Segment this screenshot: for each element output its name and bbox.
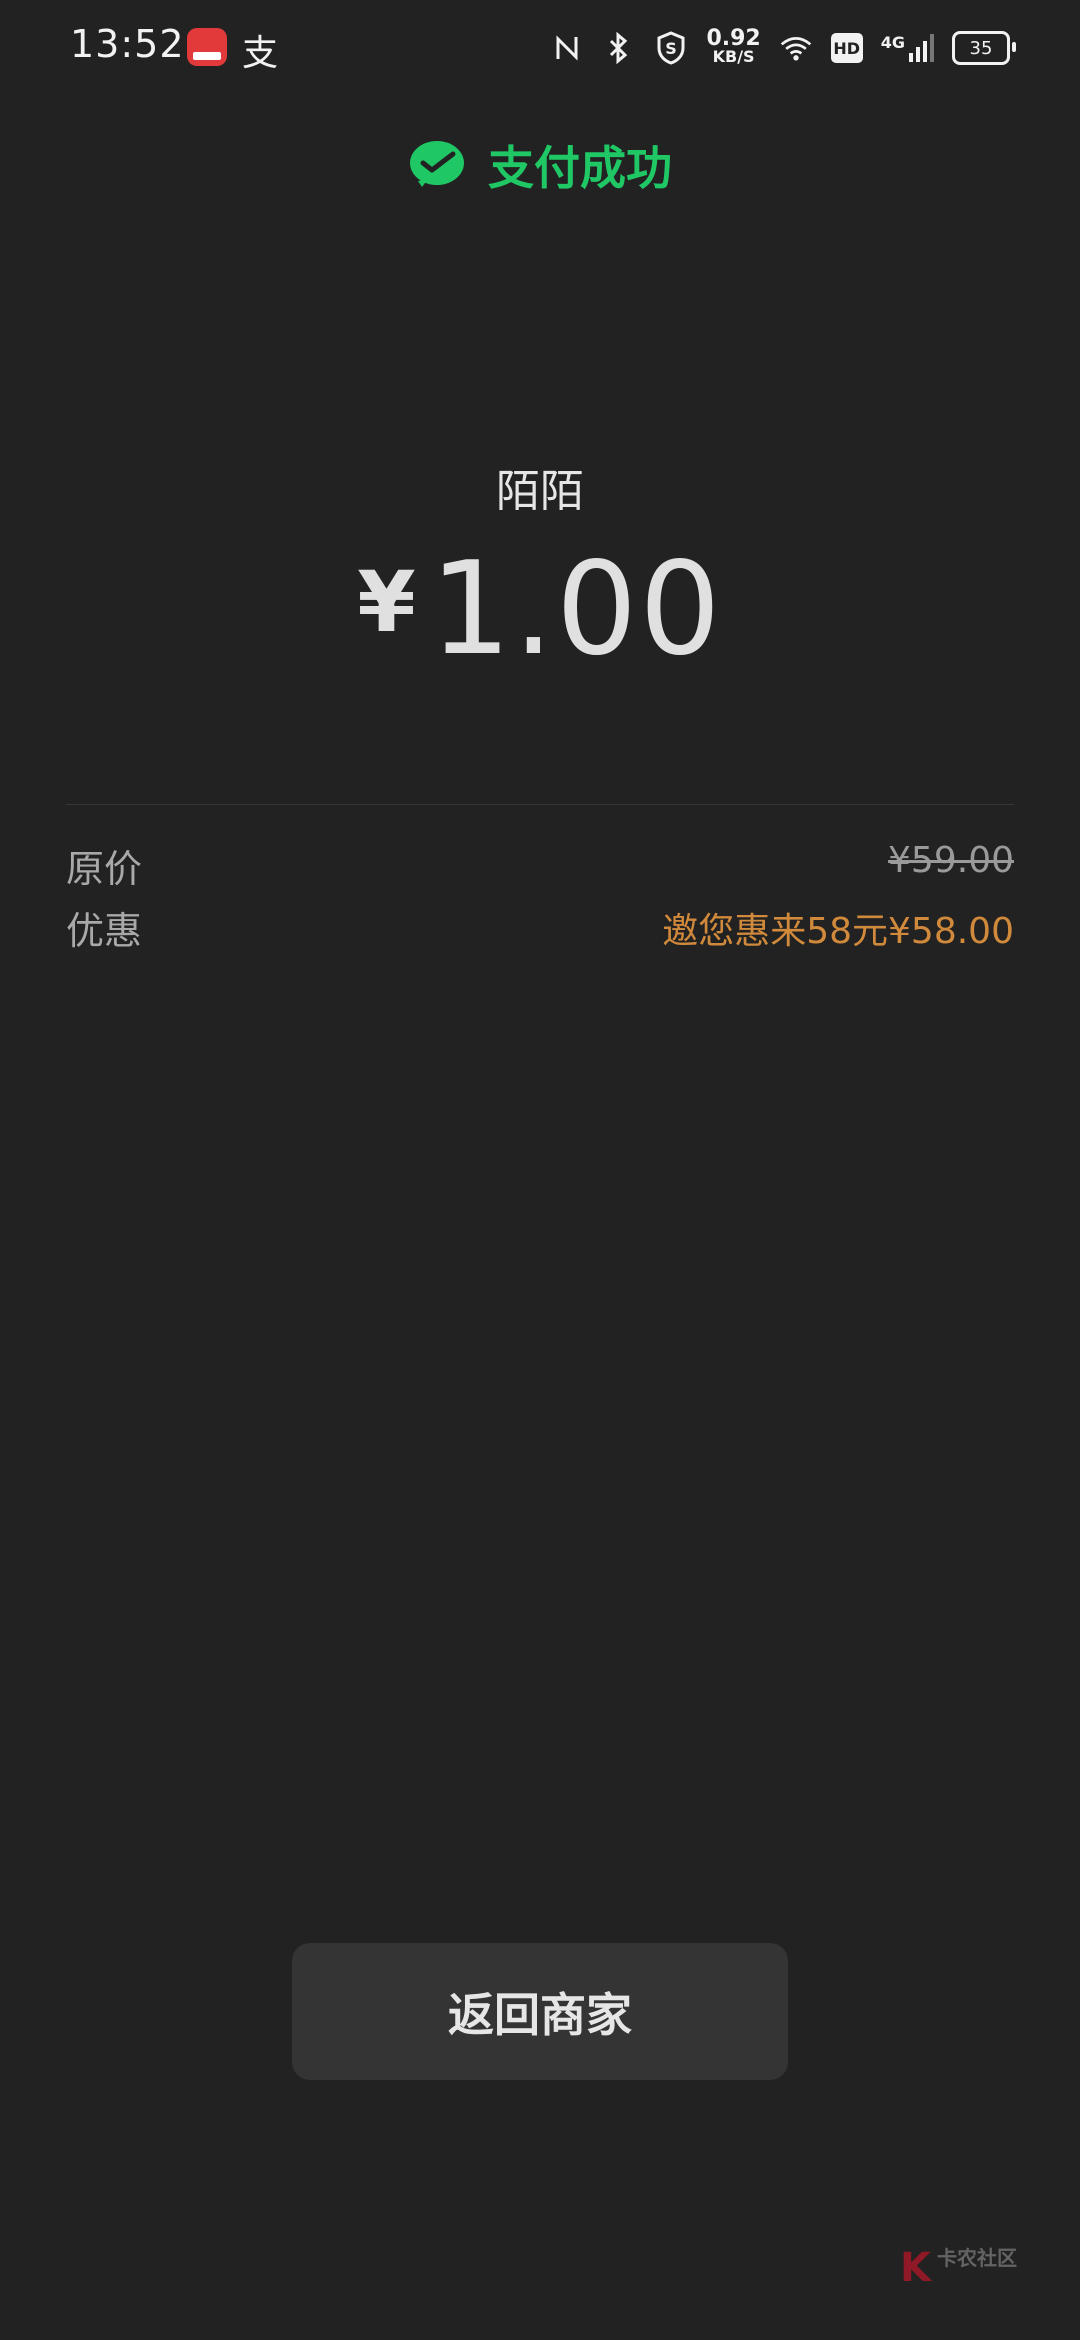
- original-price-row: 原价 ¥59.00: [66, 838, 1014, 894]
- watermark-name: 卡农社区: [937, 2246, 1017, 2270]
- unionpay-app-icon: [187, 28, 227, 66]
- payment-amount: ¥1.00: [0, 535, 1080, 684]
- payment-success-header: 支付成功: [0, 130, 1080, 200]
- svg-text:S: S: [666, 39, 678, 58]
- wifi-icon: [779, 31, 813, 65]
- discount-value: 邀您惠来58元¥58.00: [662, 911, 1014, 952]
- success-title: 支付成功: [488, 141, 672, 195]
- speed-unit: KB/S: [712, 47, 755, 66]
- bluetooth-icon: [602, 31, 636, 65]
- status-bar: 13:52 支 S 0.92 KB/S HD 4G 35: [0, 0, 1080, 96]
- network-type: 4G: [880, 33, 905, 52]
- divider: [66, 804, 1014, 805]
- merchant-name: 陌陌: [496, 466, 584, 517]
- status-time: 13:52: [70, 22, 185, 66]
- network-speed: 0.92 KB/S: [706, 26, 761, 66]
- speed-value: 0.92: [706, 26, 761, 51]
- currency-symbol: ¥: [357, 553, 416, 651]
- signal-bars-icon: [909, 34, 934, 62]
- hd-icon: HD: [830, 33, 863, 63]
- wechat-pay-icon: [410, 141, 464, 187]
- amount-value: 1.00: [429, 535, 723, 684]
- cellular-signal: 4G: [881, 33, 934, 63]
- battery-indicator: 35: [952, 31, 1016, 65]
- original-price-label: 原价: [66, 847, 143, 891]
- return-to-merchant-button[interactable]: 返回商家: [292, 1943, 788, 2080]
- watermark-mark: K: [900, 2245, 931, 2291]
- nfc-icon: [550, 31, 584, 65]
- discount-row: 优惠 邀您惠来58元¥58.00: [66, 900, 1014, 956]
- discount-label: 优惠: [66, 909, 143, 953]
- shield-s-icon: S: [654, 31, 688, 65]
- original-price-value: ¥59.00: [888, 840, 1014, 881]
- watermark-logo: K 卡农社区: [900, 2248, 1030, 2298]
- status-icons: S 0.92 KB/S HD 4G 35: [550, 24, 1016, 72]
- alipay-notification-icon: 支: [242, 33, 279, 74]
